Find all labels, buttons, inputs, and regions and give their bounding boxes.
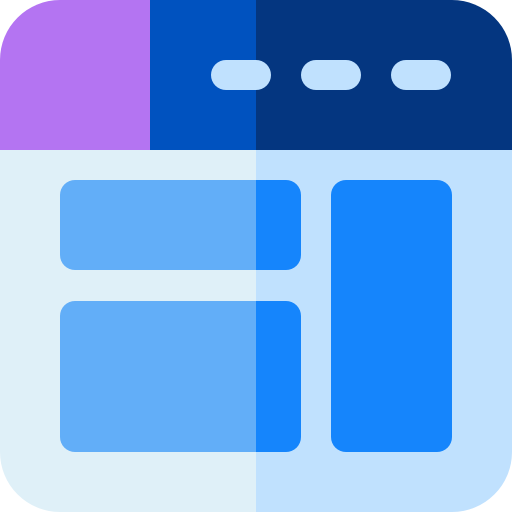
browser-layout-icon — [0, 0, 512, 512]
browser-layout-graphic — [0, 0, 512, 512]
header-dot-1 — [211, 60, 271, 90]
header-dot-3 — [391, 60, 451, 90]
header-dot-2 — [301, 60, 361, 90]
layout-panel-right — [331, 180, 452, 452]
layout-panel-top-left — [60, 180, 301, 270]
window-tab-purple — [0, 0, 150, 150]
window-header-navy — [256, 0, 512, 150]
layout-panel-bottom-left — [60, 301, 301, 452]
